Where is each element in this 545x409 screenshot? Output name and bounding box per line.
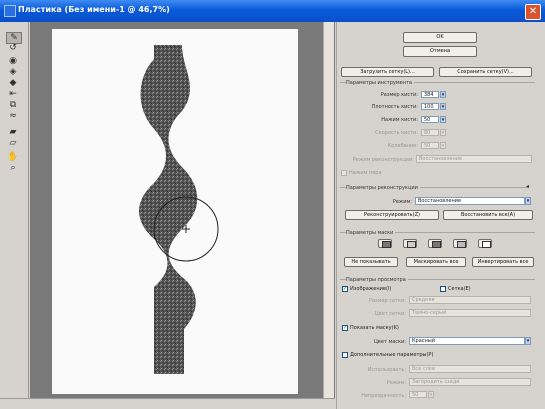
reconstruct-mode-label: Режим реконструкции: — [352, 157, 414, 163]
turbulence-icon[interactable]: ≈ — [6, 111, 20, 121]
ok-button[interactable]: OK — [403, 32, 477, 43]
add-to-selection-button[interactable] — [403, 239, 417, 248]
view-options-title: Параметры просмотра — [346, 277, 408, 283]
stylus-pressure-checkbox — [341, 170, 347, 176]
replace-selection-icon — [382, 241, 391, 248]
show-mask-checkbox[interactable]: ✓ — [342, 325, 348, 331]
backdrop-mode-label: Режим: — [386, 380, 406, 386]
brush-rate-field: 80 — [421, 129, 439, 136]
show-mesh-checkbox[interactable] — [440, 286, 446, 292]
invert-selection-icon — [482, 241, 491, 248]
reconstruct-options-title: Параметры реконструкции — [346, 185, 420, 191]
mesh-size-select: Средняя — [409, 296, 531, 304]
cancel-button[interactable]: Отмена — [403, 46, 477, 57]
reconstruct-mode-dropdown[interactable]: ▾ — [525, 197, 531, 205]
distorted-shape — [139, 45, 219, 374]
reconstruct-mode-select: Восстановление — [416, 155, 532, 163]
show-mesh-label: Сетка(E) — [448, 286, 471, 292]
brush-pressure-label: Нажим кисти: — [381, 117, 418, 123]
close-button[interactable]: ✕ — [525, 4, 541, 20]
backdrop-use-select: Все слои — [409, 365, 531, 373]
tool-strip: ✎ ↺ ◉ ◈ ◆ ⇤ ⧉ ≈ ▰ ▱ ✋ ⌕ — [0, 22, 29, 409]
title-bar: Пластика (Без имени-1 @ 46,7%) ✕ — [0, 0, 545, 22]
intersect-selection-icon — [457, 241, 466, 248]
backdrop-opacity-label: Непрозрачность: — [361, 393, 406, 399]
restore-all-button[interactable]: Восстановить все(A) — [443, 210, 533, 220]
status-bar — [0, 398, 335, 409]
collapse-arrow-icon[interactable]: ◂ — [526, 183, 529, 190]
hand-icon[interactable]: ✋ — [6, 152, 20, 162]
push-left-icon[interactable]: ⇤ — [6, 89, 20, 99]
canvas-scrollbar[interactable] — [323, 22, 334, 400]
twirl-icon[interactable]: ◉ — [6, 56, 20, 66]
tool-options-title: Параметры инструмента — [346, 80, 414, 86]
add-to-selection-icon — [407, 241, 416, 248]
reconstruct-button[interactable]: Реконструировать(Z) — [345, 210, 439, 220]
mask-none-button[interactable]: Не показывать — [344, 257, 398, 267]
mesh-size-label: Размер сетки: — [368, 298, 406, 304]
turbulent-jitter-field: 50 — [421, 142, 439, 149]
backdrop-use-label: Использовать: — [367, 367, 406, 373]
brush-size-label: Размер кисти: — [380, 92, 418, 98]
brush-size-dropdown[interactable]: ▾ — [440, 91, 446, 98]
mask-options-title: Параметры маски — [346, 230, 396, 236]
freeze-mask-icon[interactable]: ▰ — [6, 127, 20, 137]
show-mask-label: Показать маску(K) — [350, 325, 399, 331]
show-image-label: Изображение(I) — [350, 286, 392, 292]
mesh-color-select: Темно-серый — [409, 309, 531, 317]
invert-selection-button[interactable] — [478, 239, 492, 248]
backdrop-opacity-dropdown: ▾ — [428, 391, 434, 398]
brush-size-field[interactable]: 384 — [421, 91, 439, 98]
liquify-window: Пластика (Без имени-1 @ 46,7%) ✕ ✎ ↺ ◉ ◈… — [0, 0, 545, 409]
brush-rate-label: Скорость кисти: — [375, 130, 418, 136]
bloat-icon[interactable]: ◆ — [6, 78, 20, 88]
turbulent-jitter-label: Колебание: — [387, 143, 418, 149]
app-icon — [4, 5, 16, 17]
invert-all-button[interactable]: Инвертировать все — [472, 257, 534, 267]
brush-density-field[interactable]: 100 — [421, 103, 439, 110]
reconstruct-mode-select-2[interactable]: Восстановление — [415, 197, 525, 205]
mask-color-label: Цвет маски: — [374, 339, 406, 345]
window-title: Пластика (Без имени-1 @ 46,7%) — [18, 5, 170, 14]
mirror-icon[interactable]: ⧉ — [6, 100, 20, 110]
replace-selection-button[interactable] — [378, 239, 392, 248]
reconstruct-icon[interactable]: ↺ — [6, 43, 20, 53]
mask-color-select[interactable]: Красный — [409, 337, 525, 345]
load-mesh-button[interactable]: Загрузить сетку(L)... — [341, 67, 434, 77]
save-mesh-button[interactable]: Сохранить сетку(V)... — [439, 67, 532, 77]
show-backdrop-label: Дополнительные параметры(P) — [350, 352, 434, 358]
subtract-from-selection-button[interactable] — [428, 239, 442, 248]
pucker-icon[interactable]: ◈ — [6, 67, 20, 77]
backdrop-opacity-field: 50 — [409, 391, 427, 398]
intersect-selection-button[interactable] — [453, 239, 467, 248]
mesh-color-label: Цвет сетки: — [374, 311, 406, 317]
backdrop-mode-select: Загородить сзади — [409, 378, 531, 386]
thaw-mask-icon[interactable]: ▱ — [6, 138, 20, 148]
turbulent-jitter-dropdown: ▾ — [440, 142, 446, 149]
brush-pressure-field[interactable]: 50 — [421, 116, 439, 123]
zoom-icon[interactable]: ⌕ — [6, 163, 20, 173]
brush-rate-dropdown: ▾ — [440, 129, 446, 136]
stylus-pressure-label: Нажим пера — [349, 170, 382, 176]
document-canvas[interactable] — [52, 29, 298, 394]
reconstruct-mode-label-2: Режим: — [392, 199, 412, 205]
brush-pressure-dropdown[interactable]: ▾ — [440, 116, 446, 123]
subtract-from-selection-icon — [432, 241, 441, 248]
mask-all-button[interactable]: Маскировать все — [406, 257, 466, 267]
mask-color-dropdown[interactable]: ▾ — [525, 337, 531, 345]
brush-density-label: Плотность кисти: — [371, 104, 418, 110]
show-image-checkbox[interactable]: ✓ — [342, 286, 348, 292]
brush-density-dropdown[interactable]: ▾ — [440, 103, 446, 110]
show-backdrop-checkbox[interactable] — [342, 352, 348, 358]
